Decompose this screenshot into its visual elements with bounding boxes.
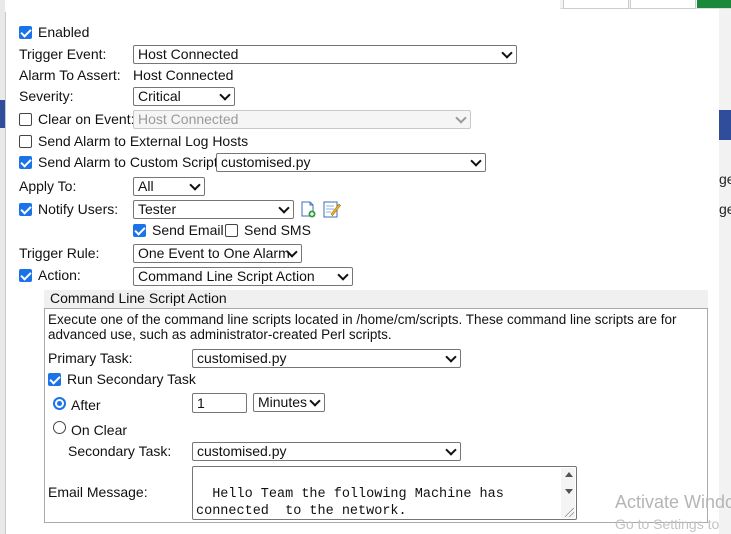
scroll-down-icon[interactable] [565, 489, 573, 494]
email-message-text: Hello Team the following Machine has con… [196, 487, 504, 519]
chevron-down-icon [501, 47, 513, 59]
primary-task-label: Primary Task: [48, 350, 133, 366]
background-button [630, 0, 696, 9]
custom-script-select[interactable]: customised.py [216, 153, 486, 172]
activate-windows-watermark: Activate Windo [615, 492, 731, 512]
notify-users-checkbox[interactable] [19, 203, 32, 216]
trigger-event-label: Trigger Event: [19, 46, 107, 62]
trigger-rule-value: One Event to One Alarm [138, 245, 290, 261]
chevron-down-icon [455, 112, 467, 124]
after-radio[interactable] [53, 397, 66, 410]
run-secondary-label: Run Secondary Task [67, 371, 196, 387]
alarm-to-assert-label: Alarm To Assert: [19, 67, 121, 83]
edit-user-icon[interactable] [323, 200, 341, 218]
background-window-right [719, 0, 731, 534]
trigger-event-select[interactable]: Host Connected [133, 45, 517, 64]
trigger-rule-select[interactable]: One Event to One Alarm [133, 244, 302, 263]
add-user-icon[interactable] [300, 201, 316, 218]
send-email-label: Send Email [152, 222, 224, 238]
clear-on-event-checkbox[interactable] [19, 113, 32, 126]
script-description: Execute one of the command line scripts … [48, 312, 677, 342]
secondary-task-label: Secondary Task: [68, 443, 172, 459]
send-custom-script-checkbox[interactable] [19, 156, 32, 169]
activate-windows-hint: Go to Settings to [615, 516, 720, 532]
chevron-down-icon [278, 202, 290, 214]
chevron-down-icon [189, 179, 201, 191]
after-amount-input[interactable]: 1 [192, 393, 247, 413]
chevron-down-icon [309, 395, 321, 407]
enabled-label: Enabled [38, 24, 90, 40]
clear-on-event-select[interactable]: Host Connected [133, 110, 471, 129]
notify-users-select[interactable]: Tester [133, 200, 294, 219]
trigger-event-value: Host Connected [138, 46, 239, 62]
clear-on-event-value: Host Connected [138, 111, 239, 127]
after-unit-value: Minutes [258, 394, 308, 410]
notify-users-value: Tester [138, 201, 177, 217]
chevron-down-icon [337, 269, 349, 281]
secondary-task-select[interactable]: customised.py [192, 442, 461, 461]
custom-script-value: customised.py [221, 154, 311, 170]
background-text: ge [719, 171, 731, 187]
secondary-task-value: customised.py [197, 443, 287, 459]
send-sms-checkbox[interactable] [225, 224, 238, 237]
send-sms-label: Send SMS [244, 222, 311, 238]
action-value: Command Line Script Action [138, 268, 315, 284]
send-email-checkbox[interactable] [133, 224, 146, 237]
primary-task-select[interactable]: customised.py [192, 349, 461, 368]
apply-to-value: All [138, 178, 154, 194]
severity-select[interactable]: Critical [133, 87, 235, 106]
action-select[interactable]: Command Line Script Action [133, 267, 353, 286]
script-section-title: Command Line Script Action [50, 290, 227, 306]
email-message-label: Email Message: [48, 484, 148, 500]
background-button [563, 0, 629, 9]
run-secondary-checkbox[interactable] [48, 373, 61, 386]
chevron-down-icon [470, 155, 482, 167]
chevron-down-icon [445, 351, 457, 363]
severity-label: Severity: [19, 88, 74, 104]
background-text: ge [719, 201, 731, 217]
apply-to-select[interactable]: All [133, 177, 205, 196]
action-checkbox[interactable] [19, 269, 32, 282]
notify-users-label: Notify Users: [38, 201, 119, 217]
resize-grip-icon[interactable] [565, 508, 574, 517]
alarm-to-assert-value: Host Connected [133, 67, 234, 83]
apply-to-label: Apply To: [19, 178, 77, 194]
on-clear-label: On Clear [71, 422, 128, 438]
send-external-label: Send Alarm to External Log Hosts [38, 133, 249, 149]
after-label: After [71, 397, 101, 413]
severity-value: Critical [138, 88, 181, 104]
background-green-button [697, 0, 731, 8]
clear-on-event-label: Clear on Event: [38, 111, 135, 127]
email-message-textarea[interactable]: Hello Team the following Machine has con… [192, 466, 577, 520]
chevron-down-icon [219, 89, 231, 101]
chevron-down-icon [445, 444, 457, 456]
send-custom-script-label: Send Alarm to Custom Script: [38, 154, 222, 170]
scroll-up-icon[interactable] [565, 472, 573, 477]
background-selection-right [719, 110, 731, 140]
trigger-rule-label: Trigger Rule: [19, 245, 100, 261]
on-clear-radio[interactable] [53, 421, 66, 434]
action-label: Action: [38, 267, 81, 283]
primary-task-value: customised.py [197, 350, 287, 366]
after-unit-select[interactable]: Minutes [253, 393, 325, 412]
enabled-checkbox[interactable] [19, 26, 32, 39]
send-external-checkbox[interactable] [19, 135, 32, 148]
